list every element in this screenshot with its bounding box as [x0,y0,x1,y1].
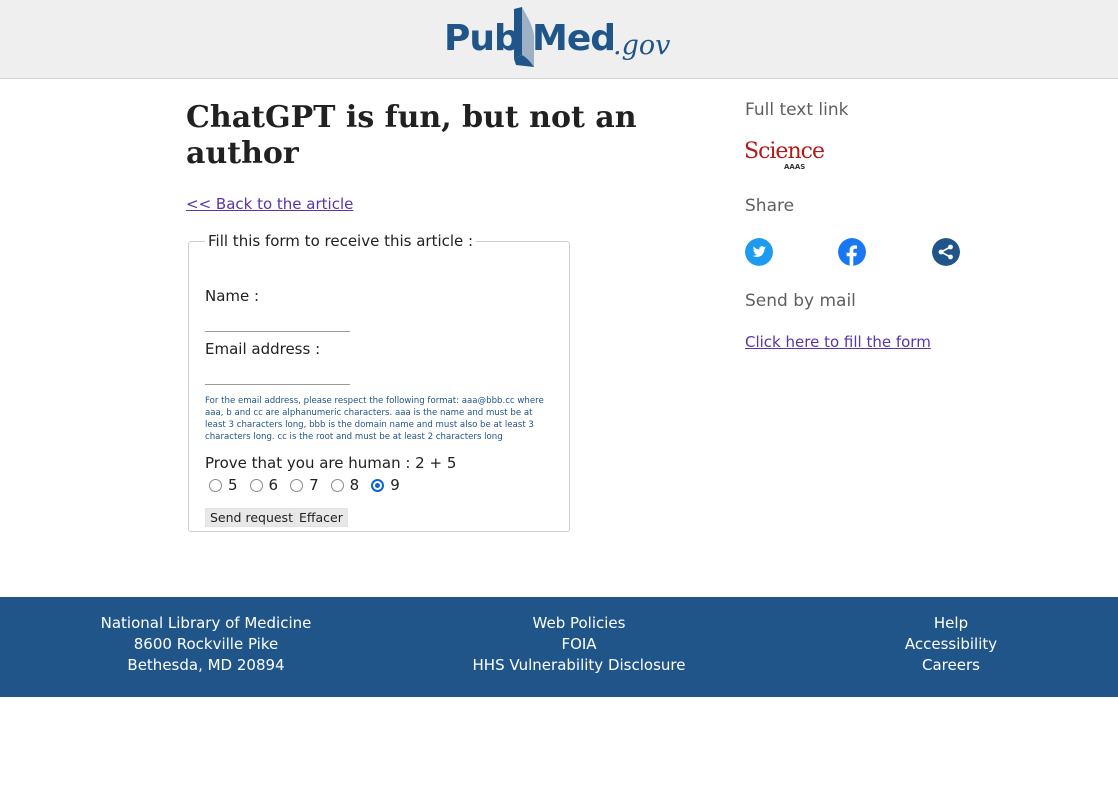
full-text-heading: Full text link [745,100,849,120]
captcha-option-6[interactable]: 6 [249,476,279,494]
footer-link-web-policies[interactable]: Web Policies [459,613,699,634]
footer-policies: Web Policies FOIA HHS Vulnerability Disc… [459,613,699,676]
science-logo-text: Science [744,139,825,164]
captcha-label: Prove that you are human : 2 + 5 [205,454,457,472]
form-legend: Fill this form to receive this article : [208,232,474,250]
page-title: ChatGPT is fun, but not an author [186,100,637,171]
option-label: 6 [268,476,279,494]
name-label: Name : [205,287,260,305]
header: Pub Med .gov [0,0,1118,79]
fill-form-link[interactable]: Click here to fill the form [745,333,931,351]
footer-link-vulnerability[interactable]: HHS Vulnerability Disclosure [459,655,699,676]
share-heading: Share [745,196,795,216]
share-icon[interactable] [932,238,960,266]
reset-button[interactable]: Effacer [294,508,348,527]
email-format-hint: For the email address, please respect th… [205,396,544,442]
send-by-mail-heading: Send by mail [745,291,856,311]
radio-button[interactable] [290,478,304,492]
radio-button[interactable] [209,478,222,492]
radio-button[interactable] [249,478,263,492]
option-label: 5 [228,476,238,494]
pubmed-logo[interactable]: Pub Med .gov [444,5,674,71]
send-request-button[interactable]: Send request [205,508,298,527]
science-logo-link[interactable]: Science AAAS [744,139,825,173]
footer-link-foia[interactable]: FOIA [459,634,699,655]
option-label: 8 [349,476,360,494]
logo-med: Med [532,18,616,59]
footer-link-accessibility[interactable]: Accessibility [891,634,1011,655]
footer-link-help[interactable]: Help [891,613,1011,634]
twitter-icon[interactable] [745,238,773,266]
science-logo-sub: AAAS [784,163,806,171]
name-field[interactable] [205,312,350,332]
email-field[interactable] [205,365,350,385]
footer-help: Help Accessibility Careers [891,613,1011,676]
radio-button-selected[interactable] [371,478,385,492]
footer: National Library of Medicine 8600 Rockvi… [0,597,1118,697]
request-form: Fill this form to receive this article :… [188,232,570,532]
email-label: Email address : [205,340,321,358]
captcha-options: 5 6 7 8 9 [209,476,412,494]
footer-link-careers[interactable]: Careers [891,655,1011,676]
captcha-option-9[interactable]: 9 [371,476,400,494]
captcha-option-7[interactable]: 7 [290,476,319,494]
option-label: 7 [309,476,319,494]
radio-button[interactable] [330,478,344,492]
facebook-icon[interactable] [838,238,866,266]
back-to-article-link[interactable]: << Back to the article [186,195,353,213]
option-label: 9 [390,476,400,494]
captcha-option-5[interactable]: 5 [209,476,238,494]
footer-city: Bethesda, MD 20894 [127,656,285,674]
logo-gov: .gov [613,30,671,61]
captcha-option-8[interactable]: 8 [330,476,360,494]
footer-library-name: National Library of Medicine [100,614,312,632]
footer-street: 8600 Rockville Pike [133,635,279,653]
footer-address: National Library of Medicine 8600 Rockvi… [96,613,316,676]
